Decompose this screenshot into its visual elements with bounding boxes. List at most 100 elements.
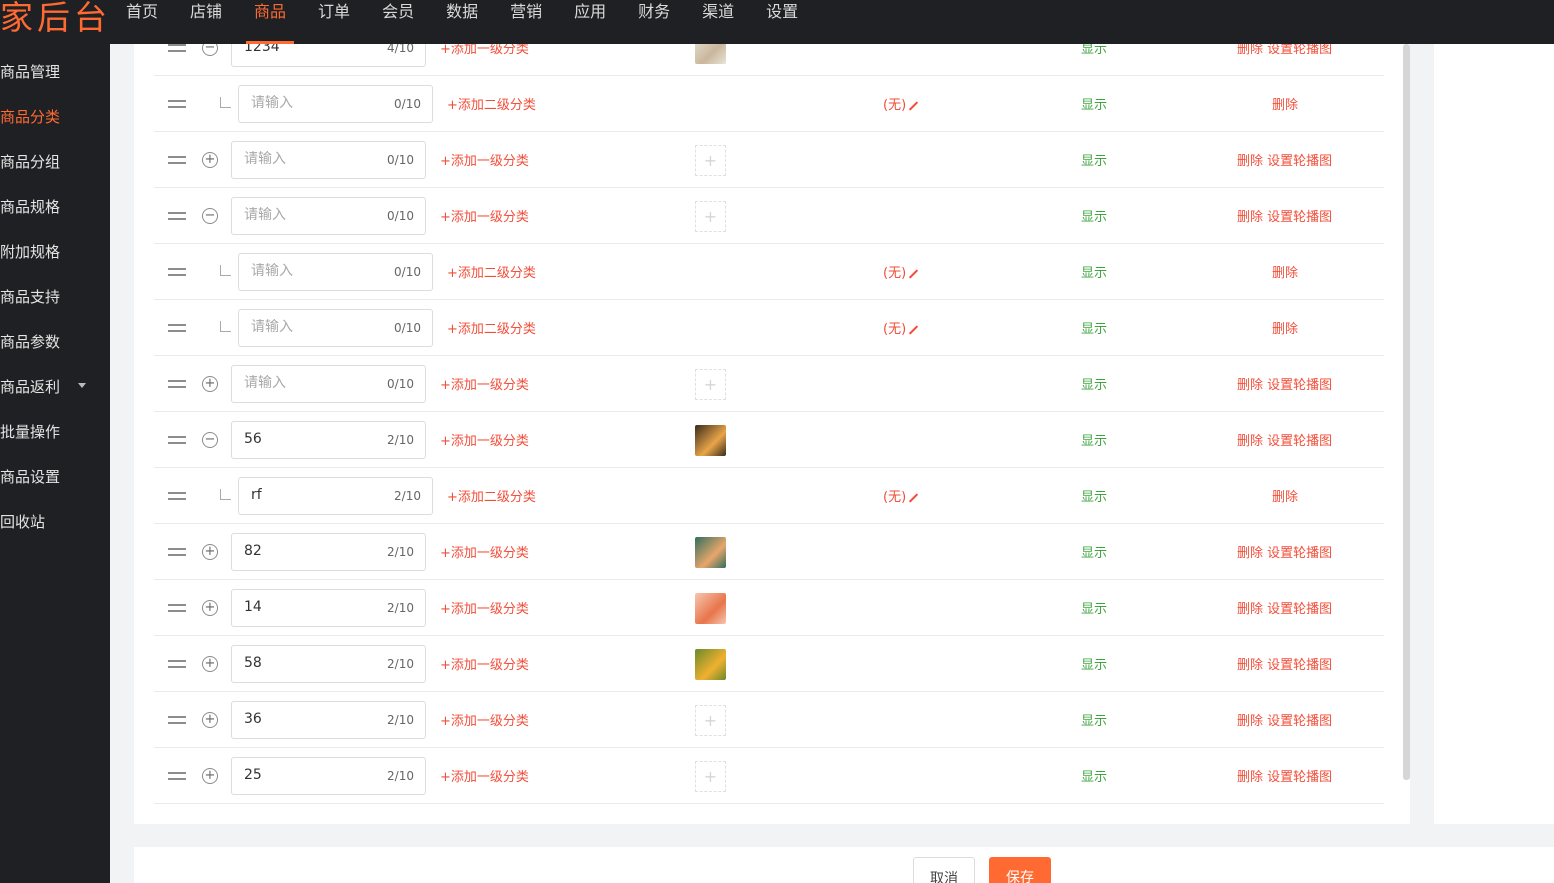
expand-icon[interactable]: + [202, 376, 218, 392]
add-level1-link[interactable]: +添加一级分类 [440, 44, 529, 57]
sidebar-item-7[interactable]: 商品返利 [0, 376, 86, 397]
show-toggle[interactable]: 显示 [1081, 262, 1107, 281]
category-image[interactable] [695, 593, 726, 624]
set-carousel-button[interactable]: 设置轮播图 [1267, 434, 1332, 449]
category-name-input[interactable] [251, 487, 381, 503]
edit-link[interactable]: (无) [883, 486, 919, 505]
delete-button[interactable]: 删除 [1237, 546, 1263, 561]
expand-icon[interactable]: + [202, 544, 218, 560]
add-level1-link[interactable]: +添加一级分类 [440, 766, 529, 785]
nav-item-6[interactable]: 营销 [494, 0, 558, 44]
show-toggle[interactable]: 显示 [1081, 654, 1107, 673]
show-toggle[interactable]: 显示 [1081, 430, 1107, 449]
category-image[interactable] [695, 537, 726, 568]
sidebar-item-0[interactable]: 商品管理 [0, 61, 60, 82]
delete-button[interactable]: 删除 [1272, 318, 1298, 337]
drag-handle-icon[interactable] [168, 660, 186, 668]
show-toggle[interactable]: 显示 [1081, 206, 1107, 225]
edit-link[interactable]: (无) [883, 94, 919, 113]
delete-button[interactable]: 删除 [1237, 770, 1263, 785]
show-toggle[interactable]: 显示 [1081, 150, 1107, 169]
drag-handle-icon[interactable] [168, 492, 186, 500]
delete-button[interactable]: 删除 [1237, 44, 1263, 57]
drag-handle-icon[interactable] [168, 268, 186, 276]
nav-item-4[interactable]: 会员 [366, 0, 430, 44]
delete-button[interactable]: 删除 [1272, 94, 1298, 113]
category-name-input[interactable] [244, 599, 374, 615]
delete-button[interactable]: 删除 [1237, 714, 1263, 729]
show-toggle[interactable]: 显示 [1081, 44, 1107, 57]
set-carousel-button[interactable]: 设置轮播图 [1267, 44, 1332, 57]
expand-icon[interactable]: + [202, 768, 218, 784]
set-carousel-button[interactable]: 设置轮播图 [1267, 714, 1332, 729]
drag-handle-icon[interactable] [168, 772, 186, 780]
show-toggle[interactable]: 显示 [1081, 94, 1107, 113]
add-level1-link[interactable]: +添加一级分类 [440, 598, 529, 617]
category-name-input[interactable] [251, 263, 381, 279]
show-toggle[interactable]: 显示 [1081, 318, 1107, 337]
nav-item-9[interactable]: 渠道 [686, 0, 750, 44]
nav-item-5[interactable]: 数据 [430, 0, 494, 44]
add-level1-link[interactable]: +添加一级分类 [440, 374, 529, 393]
add-level2-link[interactable]: +添加二级分类 [447, 318, 536, 337]
category-name-input[interactable] [251, 95, 381, 111]
cancel-button[interactable]: 取消 [913, 857, 975, 883]
upload-image-button[interactable]: + [695, 705, 726, 736]
upload-image-button[interactable]: + [695, 201, 726, 232]
sidebar-item-5[interactable]: 商品支持 [0, 286, 60, 307]
category-name-input[interactable] [244, 207, 374, 223]
set-carousel-button[interactable]: 设置轮播图 [1267, 602, 1332, 617]
show-toggle[interactable]: 显示 [1081, 710, 1107, 729]
show-toggle[interactable]: 显示 [1081, 374, 1107, 393]
add-level2-link[interactable]: +添加二级分类 [447, 94, 536, 113]
sidebar-item-6[interactable]: 商品参数 [0, 331, 60, 352]
category-name-input[interactable] [244, 151, 374, 167]
add-level2-link[interactable]: +添加二级分类 [447, 486, 536, 505]
sidebar-item-2[interactable]: 商品分组 [0, 151, 60, 172]
category-name-input[interactable] [251, 319, 381, 335]
sidebar-item-1[interactable]: 商品分类 [0, 106, 60, 127]
sidebar-item-4[interactable]: 附加规格 [0, 241, 60, 262]
set-carousel-button[interactable]: 设置轮播图 [1267, 154, 1332, 169]
expand-icon[interactable]: + [202, 656, 218, 672]
show-toggle[interactable]: 显示 [1081, 486, 1107, 505]
sidebar-item-9[interactable]: 商品设置 [0, 466, 60, 487]
edit-link[interactable]: (无) [883, 318, 919, 337]
category-name-input[interactable] [244, 375, 374, 391]
edit-link[interactable]: (无) [883, 262, 919, 281]
delete-button[interactable]: 删除 [1237, 602, 1263, 617]
category-name-input[interactable] [244, 44, 374, 55]
nav-item-3[interactable]: 订单 [302, 0, 366, 44]
category-name-input[interactable] [244, 543, 374, 559]
category-image[interactable] [695, 649, 726, 680]
show-toggle[interactable]: 显示 [1081, 542, 1107, 561]
category-image[interactable] [695, 44, 726, 64]
upload-image-button[interactable]: + [695, 145, 726, 176]
drag-handle-icon[interactable] [168, 156, 186, 164]
sidebar-item-3[interactable]: 商品规格 [0, 196, 60, 217]
delete-button[interactable]: 删除 [1272, 486, 1298, 505]
add-level1-link[interactable]: +添加一级分类 [440, 430, 529, 449]
category-name-input[interactable] [244, 711, 374, 727]
show-toggle[interactable]: 显示 [1081, 766, 1107, 785]
delete-button[interactable]: 删除 [1272, 262, 1298, 281]
show-toggle[interactable]: 显示 [1081, 598, 1107, 617]
drag-handle-icon[interactable] [168, 100, 186, 108]
collapse-icon[interactable]: − [202, 208, 218, 224]
collapse-icon[interactable]: − [202, 432, 218, 448]
category-name-input[interactable] [244, 431, 374, 447]
sidebar-item-10[interactable]: 回收站 [0, 511, 45, 532]
expand-icon[interactable]: + [202, 600, 218, 616]
add-level2-link[interactable]: +添加二级分类 [447, 262, 536, 281]
nav-item-10[interactable]: 设置 [750, 0, 814, 44]
set-carousel-button[interactable]: 设置轮播图 [1267, 546, 1332, 561]
add-level1-link[interactable]: +添加一级分类 [440, 206, 529, 225]
delete-button[interactable]: 删除 [1237, 378, 1263, 393]
delete-button[interactable]: 删除 [1237, 210, 1263, 225]
delete-button[interactable]: 删除 [1237, 154, 1263, 169]
nav-item-7[interactable]: 应用 [558, 0, 622, 44]
drag-handle-icon[interactable] [168, 212, 186, 220]
drag-handle-icon[interactable] [168, 380, 186, 388]
add-level1-link[interactable]: +添加一级分类 [440, 150, 529, 169]
drag-handle-icon[interactable] [168, 548, 186, 556]
